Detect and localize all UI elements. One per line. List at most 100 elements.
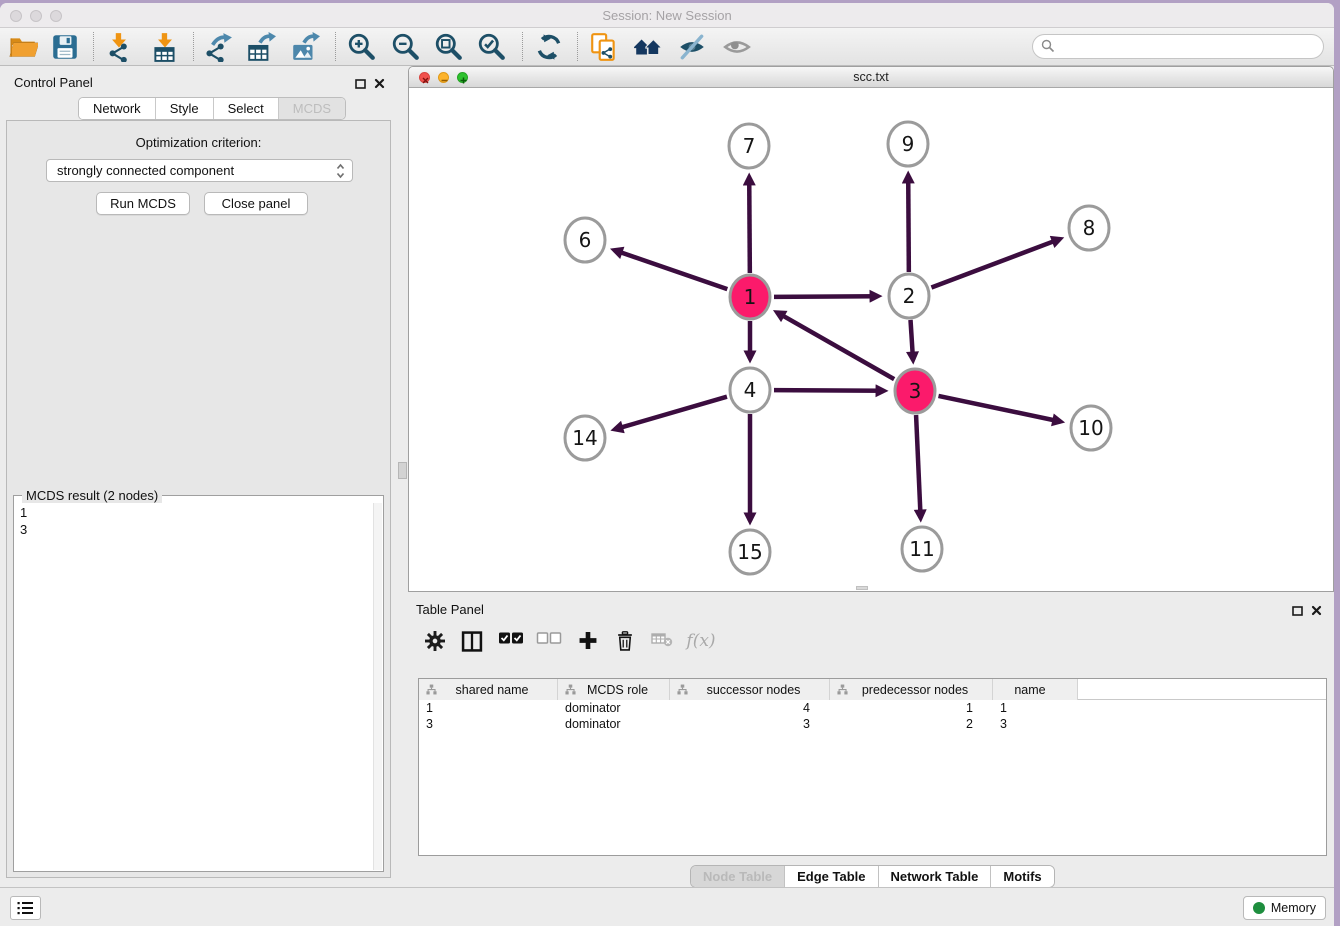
graph-node-14[interactable]: 14 — [565, 416, 605, 460]
zoom-in-icon[interactable] — [347, 32, 377, 62]
graph-node-6[interactable]: 6 — [565, 218, 605, 262]
function-builder-icon-disabled: f(x) — [686, 631, 715, 651]
column-header-name[interactable]: name — [993, 679, 1078, 700]
table-row[interactable]: 3dominator323 — [419, 716, 1326, 732]
edge-2-8[interactable] — [931, 239, 1060, 288]
edge-1-2[interactable] — [774, 296, 878, 297]
edge-3-10[interactable] — [938, 396, 1060, 422]
close-window-icon[interactable] — [10, 10, 22, 22]
graph-node-11[interactable]: 11 — [902, 527, 942, 571]
tab-select[interactable]: Select — [214, 98, 279, 119]
duplicate-network-icon[interactable] — [589, 32, 619, 62]
close-panel-icon[interactable] — [374, 76, 385, 94]
save-session-icon[interactable] — [50, 32, 80, 62]
column-header-successor-nodes[interactable]: successor nodes — [670, 679, 830, 700]
table-settings-gear-icon[interactable] — [425, 631, 445, 656]
memory-button[interactable]: Memory — [1243, 896, 1326, 920]
column-header-predecessor-nodes[interactable]: predecessor nodes — [830, 679, 993, 700]
refresh-view-icon[interactable] — [534, 32, 564, 62]
task-history-button[interactable] — [10, 896, 41, 920]
tab-edge-table[interactable]: Edge Table — [785, 866, 878, 887]
export-image-icon[interactable] — [290, 32, 320, 62]
tab-network-table[interactable]: Network Table — [879, 866, 992, 887]
splitter-handle[interactable] — [398, 462, 407, 479]
float-panel-icon[interactable] — [355, 76, 366, 94]
export-table-icon[interactable] — [246, 32, 276, 62]
tab-network[interactable]: Network — [79, 98, 156, 119]
network-window-titlebar[interactable]: scc.txt — [409, 67, 1333, 88]
float-table-panel-icon[interactable] — [1292, 603, 1303, 621]
zoom-fit-icon[interactable] — [434, 32, 464, 62]
cell-successor-nodes[interactable]: 4 — [670, 700, 830, 716]
node-table[interactable]: shared nameMCDS rolesuccessor nodesprede… — [418, 678, 1327, 856]
graph-node-7[interactable]: 7 — [729, 124, 769, 168]
tab-node-table[interactable]: Node Table — [691, 866, 785, 887]
control-panel-title: Control Panel — [14, 75, 93, 90]
graph-node-10[interactable]: 10 — [1071, 406, 1111, 450]
mcds-result-title: MCDS result (2 nodes) — [22, 488, 162, 503]
open-file-icon[interactable] — [8, 32, 38, 62]
edge-2-9[interactable] — [908, 175, 909, 272]
table-row[interactable]: 1dominator411 — [419, 700, 1326, 716]
cell-name[interactable]: 1 — [993, 700, 1078, 716]
show-all-eye-icon[interactable] — [722, 32, 752, 62]
edge-3-11[interactable] — [916, 415, 921, 518]
delete-column-trash-icon[interactable] — [617, 631, 634, 656]
graph-node-2[interactable]: 2 — [889, 274, 929, 318]
tab-mcds[interactable]: MCDS — [279, 98, 345, 119]
graph-node-4[interactable]: 4 — [730, 368, 770, 412]
zoom-view-icon[interactable] — [457, 72, 468, 83]
toolbar-separator — [193, 32, 194, 61]
import-table-icon[interactable] — [150, 32, 180, 62]
cell-MCDS-role[interactable]: dominator — [558, 716, 670, 732]
toolbar-separator — [522, 32, 523, 61]
edge-1-7[interactable] — [749, 177, 750, 273]
graph-node-8[interactable]: 8 — [1069, 206, 1109, 250]
tab-motifs[interactable]: Motifs — [991, 866, 1053, 887]
column-header-shared-name[interactable]: shared name — [419, 679, 558, 700]
result-scrollbar[interactable] — [373, 503, 382, 870]
graph-node-15[interactable]: 15 — [730, 530, 770, 574]
cell-predecessor-nodes[interactable]: 2 — [830, 716, 993, 732]
table-body: 1dominator4113dominator323 — [419, 700, 1326, 732]
cell-MCDS-role[interactable]: dominator — [558, 700, 670, 716]
network-file-title: scc.txt — [409, 67, 1333, 87]
hide-selected-eye-slash-icon[interactable] — [677, 32, 707, 62]
zoom-out-icon[interactable] — [391, 32, 421, 62]
network-graph-canvas[interactable]: 1 2 3 4 6 7 8 9 10 11 14 15 — [409, 88, 1333, 591]
first-neighbors-icon[interactable] — [633, 32, 663, 62]
graph-node-1[interactable]: 1 — [730, 275, 770, 319]
close-table-panel-icon[interactable] — [1311, 603, 1322, 621]
cell-shared-name[interactable]: 3 — [419, 716, 558, 732]
edge-4-3[interactable] — [774, 390, 884, 391]
cell-shared-name[interactable]: 1 — [419, 700, 558, 716]
cell-successor-nodes[interactable]: 3 — [670, 716, 830, 732]
import-network-icon[interactable] — [104, 32, 134, 62]
deselect-all-checks-icon[interactable] — [537, 631, 562, 649]
edge-4-14[interactable] — [615, 397, 727, 430]
close-view-icon[interactable] — [419, 72, 430, 83]
edge-2-3[interactable] — [911, 320, 914, 360]
cell-predecessor-nodes[interactable]: 1 — [830, 700, 993, 716]
tab-style[interactable]: Style — [156, 98, 214, 119]
column-header-MCDS-role[interactable]: MCDS role — [558, 679, 670, 700]
minimize-window-icon[interactable] — [30, 10, 42, 22]
show-columns-icon[interactable] — [462, 631, 483, 657]
view-resize-handle[interactable] — [856, 586, 868, 590]
search-input[interactable] — [1032, 34, 1324, 59]
mcds-result-box: MCDS result (2 nodes) 1 3 — [13, 495, 384, 872]
edge-1-6[interactable] — [614, 250, 727, 289]
zoom-selected-icon[interactable] — [477, 32, 507, 62]
graph-node-3[interactable]: 3 — [895, 369, 935, 413]
export-network-icon[interactable] — [203, 32, 233, 62]
run-mcds-button[interactable]: Run MCDS — [96, 192, 190, 215]
close-panel-button[interactable]: Close panel — [204, 192, 308, 215]
select-all-checks-icon[interactable] — [499, 631, 524, 649]
add-column-plus-icon[interactable] — [579, 631, 598, 655]
edge-3-1[interactable] — [777, 312, 894, 379]
graph-node-9[interactable]: 9 — [888, 122, 928, 166]
minimize-view-icon[interactable] — [438, 72, 449, 83]
zoom-window-icon[interactable] — [50, 10, 62, 22]
cell-name[interactable]: 3 — [993, 716, 1078, 732]
optimization-select[interactable]: strongly connected component — [46, 159, 353, 182]
